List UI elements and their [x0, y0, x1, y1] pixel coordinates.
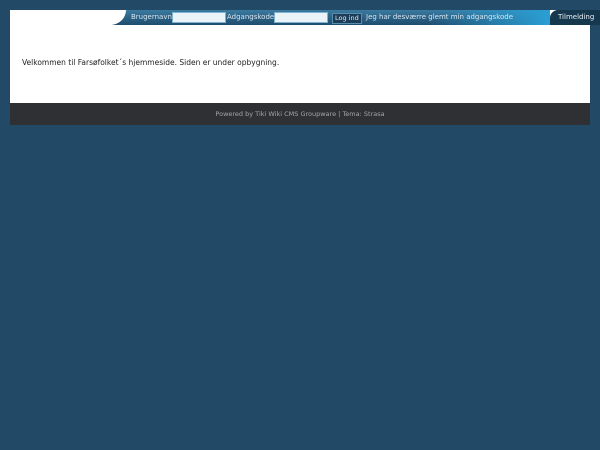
- main-content: Velkommen til Farsøfolket´s hjemmeside. …: [10, 25, 590, 103]
- username-input[interactable]: [172, 12, 226, 23]
- register-link[interactable]: Tilmelding: [558, 13, 594, 22]
- login-bar: Brugernavn: Adgangskode: Log ind Jeg har…: [106, 10, 550, 25]
- footer-credits: Powered by Tiki Wiki CMS Groupware | Tem…: [10, 110, 590, 119]
- username-label: Brugernavn:: [131, 13, 175, 21]
- footer: Powered by Tiki Wiki CMS Groupware | Tem…: [10, 103, 590, 125]
- theme-link[interactable]: Strasa: [364, 110, 385, 118]
- top-bar: Brugernavn: Adgangskode: Log ind Jeg har…: [10, 10, 600, 25]
- welcome-text: Velkommen til Farsøfolket´s hjemmeside. …: [22, 58, 280, 67]
- powered-by-text: Powered by: [215, 110, 254, 118]
- password-input[interactable]: [274, 12, 328, 23]
- login-button[interactable]: Log ind: [332, 13, 362, 24]
- register-tab[interactable]: Tilmelding: [550, 10, 600, 25]
- forgot-password-link[interactable]: Jeg har desværre glemt min adgangskode: [366, 13, 513, 22]
- page: Brugernavn: Adgangskode: Log ind Jeg har…: [0, 0, 600, 450]
- theme-label: Tema:: [342, 110, 362, 118]
- footer-separator: |: [338, 110, 341, 118]
- password-label: Adgangskode:: [227, 13, 277, 21]
- tiki-cms-link[interactable]: Tiki Wiki CMS Groupware: [255, 110, 336, 118]
